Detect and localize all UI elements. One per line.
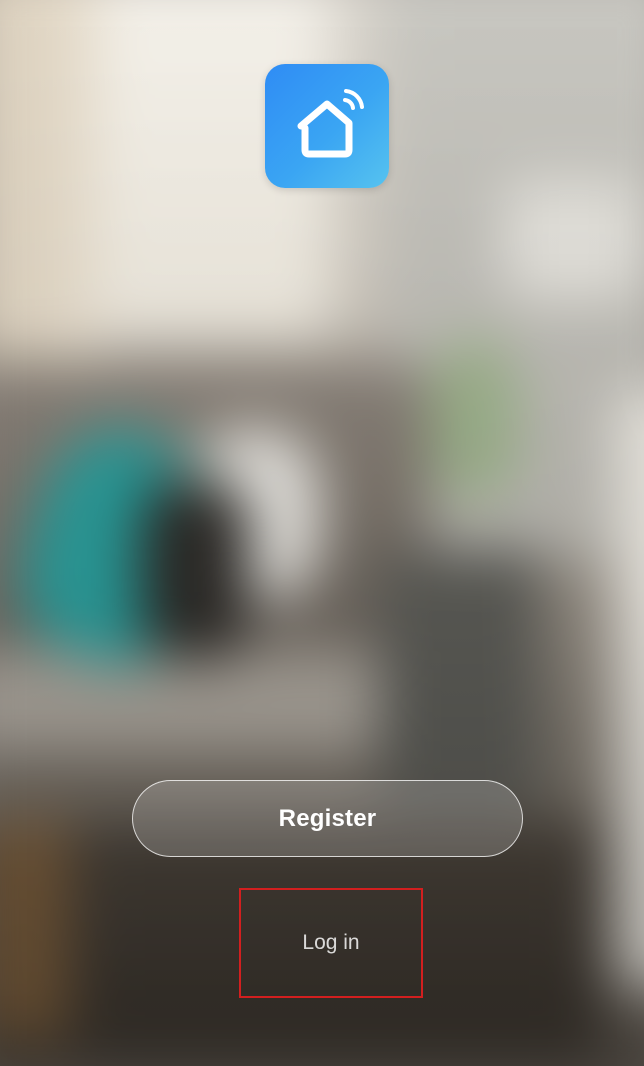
- welcome-screen: Register Log in: [0, 0, 644, 1066]
- register-button[interactable]: Register: [132, 780, 523, 857]
- login-label: Log in: [302, 931, 360, 954]
- login-button[interactable]: Log in: [239, 888, 423, 998]
- app-logo: [265, 64, 389, 188]
- smart-home-icon: [297, 89, 364, 158]
- register-label: Register: [278, 804, 377, 832]
